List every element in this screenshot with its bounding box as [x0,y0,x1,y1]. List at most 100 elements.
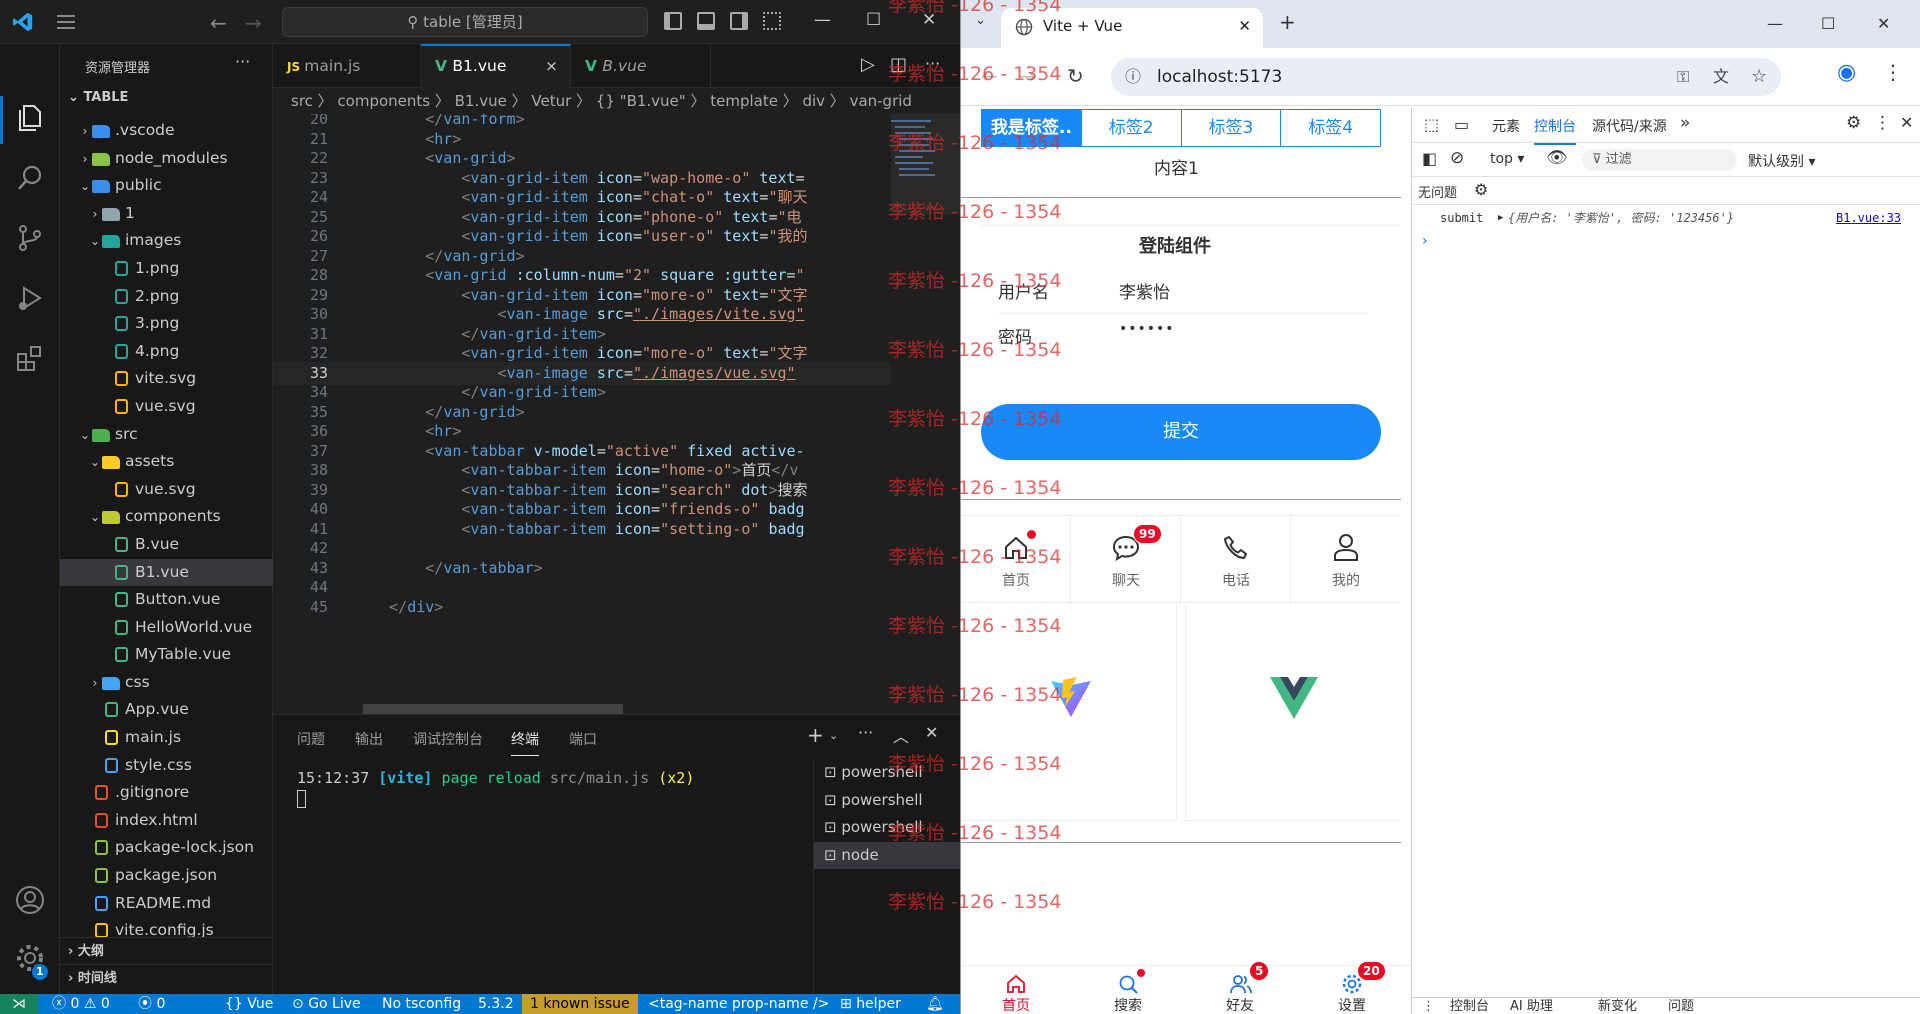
tab-debug-console[interactable]: 调试控制台 [413,729,483,749]
toggle-panel-icon[interactable] [697,12,715,30]
log-level-select[interactable]: 默认级别 ▾ [1748,151,1815,171]
customize-layout-icon[interactable] [763,12,781,30]
tree-file[interactable]: main.js [60,724,273,752]
tree-file[interactable]: 3.png [60,310,273,338]
tab-problems[interactable]: 问题 [297,729,325,749]
tree-file[interactable]: style.css [60,752,273,780]
image-grid-item-vite[interactable] [961,605,1177,821]
console-log-row[interactable]: submit ▶ {用户名: '李紫怡', 密码: '123456'} B1.v… [1412,205,1920,231]
grid-item-home[interactable]: 首页 [961,516,1071,604]
tree-folder[interactable]: › .vscode [60,117,273,145]
back-arrow-icon[interactable]: ← [981,64,998,88]
tsconfig-status[interactable]: No tsconfig [382,994,461,1014]
workspace-root[interactable]: ⌄ TABLE [68,90,128,105]
grid-item-phone[interactable]: 电话 [1181,516,1291,604]
terminal-item[interactable]: ⊡ node [814,841,960,869]
forward-arrow-icon[interactable]: → [1019,64,1036,88]
remote-icon[interactable]: ⋊ [0,994,38,1014]
explorer-icon[interactable] [14,102,46,134]
run-icon[interactable]: ▷ [861,54,875,75]
tree-file[interactable]: 4.png [60,338,273,366]
tree-file[interactable]: HelloWorld.vue [60,614,273,642]
more-actions-icon[interactable]: ··· [858,723,873,742]
chevron-down-icon[interactable]: ⌄ [829,729,838,742]
tree-file[interactable]: B.vue [60,531,273,559]
tree-file[interactable]: MyTable.vue [60,641,273,669]
tree-file[interactable]: .gitignore [60,779,273,807]
tree-file[interactable]: package.json [60,862,273,890]
expand-arrow-icon[interactable]: ▶ [1498,205,1503,231]
minimize-icon[interactable]: — [1767,14,1783,33]
tree-file[interactable]: package-lock.json [60,834,273,862]
minimap[interactable] [891,114,960,714]
terminal-item[interactable]: ⊡ powershell [814,814,960,842]
tree-folder[interactable]: › 1 [60,200,273,228]
drawer-tab-console[interactable]: 控制台 [1450,998,1489,1014]
tab-item-1[interactable]: 我是标签.. [982,110,1082,146]
source-control-icon[interactable] [14,222,46,254]
helper-status[interactable]: ⊞ helper [840,994,901,1014]
more-actions-icon[interactable]: ··· [925,54,940,73]
log-source-link[interactable]: B1.vue:33 [1836,205,1901,231]
drawer-menu-icon[interactable]: ⋮ [1422,998,1435,1014]
devtools-menu-icon[interactable]: ⋮ [1874,113,1891,133]
horizontal-scrollbar[interactable] [363,704,623,714]
tabbar-item-friends[interactable]: 5 好友 [1185,961,1295,1014]
console-filter-input[interactable]: ⊽ 过滤 [1582,149,1737,171]
context-select[interactable]: top ▾ [1490,151,1524,167]
log-object[interactable]: {用户名: '李紫怡', 密码: '123456'} [1508,205,1734,231]
password-key-icon[interactable]: ⚿ [1677,58,1689,96]
tab-b-vue[interactable]: V B.vue [571,44,711,88]
more-tabs-icon[interactable]: » [1680,113,1690,133]
hamburger-menu-icon[interactable] [55,11,77,37]
devtools-settings-icon[interactable]: ⚙ [1846,113,1861,133]
tree-file[interactable]: README.md [60,890,273,918]
version-status[interactable]: 5.3.2 [478,994,514,1014]
minimize-icon[interactable]: — [814,10,831,30]
problems-status[interactable]: ⓧ 0 ⚠ 0 [52,994,110,1014]
close-tab-icon[interactable]: ✕ [1238,8,1251,44]
sidebar-toggle-icon[interactable]: ◧ [1422,149,1437,168]
close-devtools-icon[interactable]: ✕ [1900,113,1913,132]
inspect-element-icon[interactable]: ⬚ [1424,115,1439,134]
more-actions-icon[interactable]: ··· [235,52,250,71]
password-field[interactable]: •••••• [1119,321,1175,337]
new-terminal-icon[interactable]: + [807,723,824,747]
tab-item-2[interactable]: 标签2 [1082,110,1182,146]
tree-file[interactable]: 2.png [60,283,273,311]
tree-file[interactable]: vue.svg [60,393,273,421]
translate-icon[interactable]: 文 [1713,58,1729,96]
forward-arrow-icon[interactable]: → [245,11,262,35]
device-toolbar-icon[interactable]: ▭ [1454,115,1469,134]
search-icon[interactable] [14,162,46,194]
known-issue-badge[interactable]: 1 known issue [522,994,638,1014]
grid-item-user[interactable]: 我的 [1291,516,1401,604]
submit-button[interactable]: 提交 [981,404,1381,460]
issues-label[interactable]: 无问题 [1418,182,1457,201]
tree-folder[interactable]: ⌄ components [60,503,273,531]
tab-sources[interactable]: 源代码/来源 [1592,116,1667,136]
maximize-panel-icon[interactable]: ︿ [893,723,909,747]
toggle-secondary-sidebar-icon[interactable] [730,12,748,30]
address-bar[interactable]: ⓘ localhost:5173 ⚿ 文 ☆ [1111,58,1781,96]
tree-folder[interactable]: › css [60,669,273,697]
tabbar-item-home[interactable]: 首页 [961,967,1071,1014]
toggle-sidebar-icon[interactable] [664,12,682,30]
maximize-icon[interactable]: ☐ [1821,14,1835,33]
command-center-search[interactable]: ⚲ table [管理员] [282,7,648,37]
tab-ports[interactable]: 端口 [569,729,597,749]
console-settings-icon[interactable]: ⚙ [1474,180,1488,199]
outline-section[interactable]: › 大纲 [60,937,273,964]
close-tab-icon[interactable]: × [545,46,558,86]
tree-folder[interactable]: ⌄ images [60,227,273,255]
image-grid-item-vue[interactable] [1185,605,1401,821]
maximize-icon[interactable]: ☐ [866,10,881,30]
go-live-button[interactable]: ⊙ Go Live [292,994,361,1014]
tab-elements[interactable]: 元素 [1492,116,1520,136]
live-expression-icon[interactable]: 👁︎ [1546,148,1568,168]
browser-menu-icon[interactable]: ⋮ [1883,60,1903,84]
bookmark-star-icon[interactable]: ☆ [1751,58,1767,96]
tab-output[interactable]: 输出 [355,729,383,749]
reload-icon[interactable]: ↻ [1067,64,1084,88]
timeline-section[interactable]: › 时间线 [60,964,273,991]
